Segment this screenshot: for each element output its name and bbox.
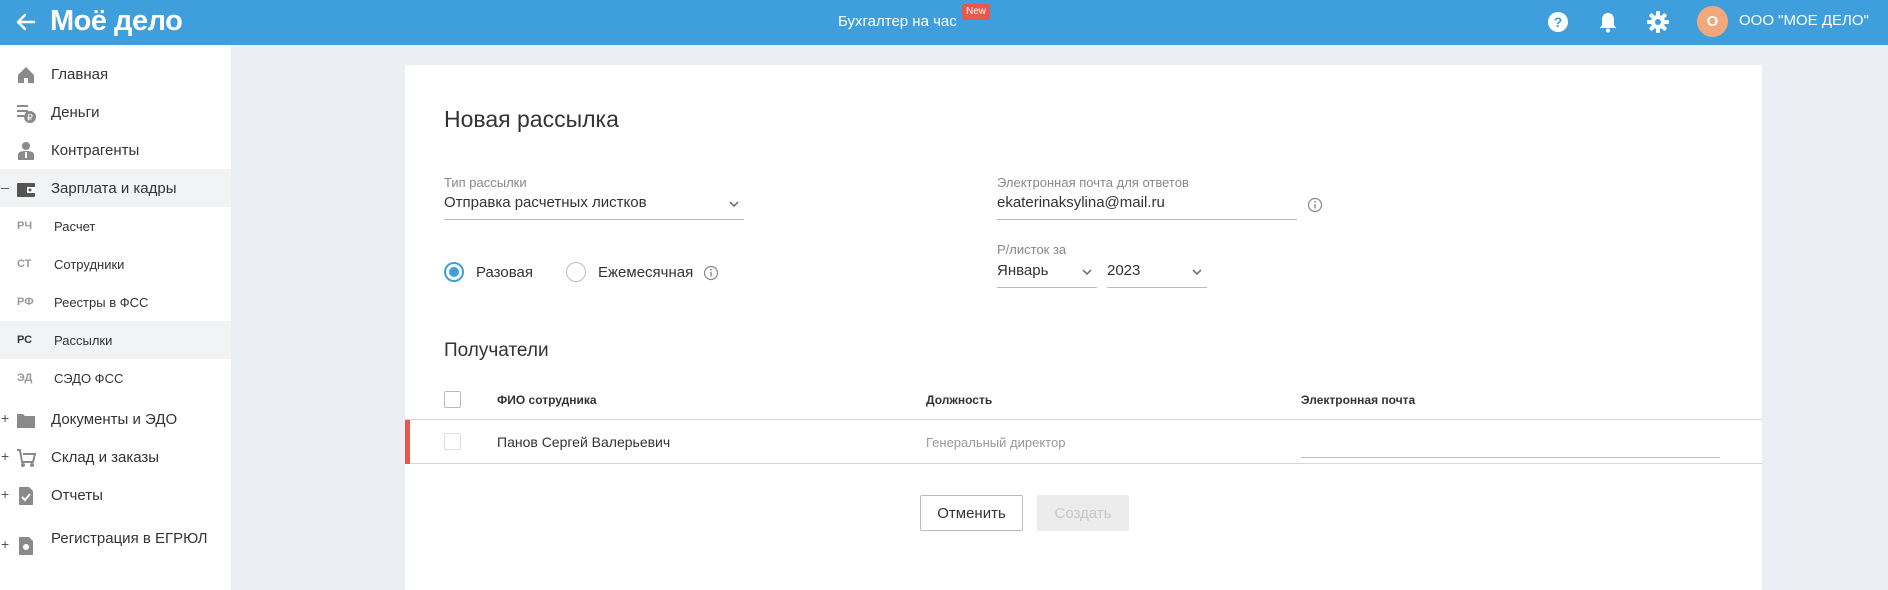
chevron-down-icon	[1082, 269, 1092, 276]
money-icon: ₽	[17, 105, 36, 123]
sidebar-item-contractors[interactable]: Контрагенты	[0, 131, 231, 169]
reports-icon	[19, 487, 33, 505]
subitem-label: Рассылки	[54, 333, 113, 348]
subitem-abbr: ЭД	[17, 372, 33, 384]
sidebar: Главная ₽ Деньги Контрагенты – Зарплата …	[0, 45, 231, 590]
expand-toggle[interactable]: +	[1, 410, 11, 426]
help-icon[interactable]: ?	[1545, 9, 1571, 35]
cancel-button[interactable]: Отменить	[920, 495, 1023, 531]
info-icon[interactable]	[703, 265, 719, 281]
registration-icon	[19, 537, 33, 555]
org-name[interactable]: ООО "МОЕ ДЕЛО"	[1739, 12, 1869, 29]
payslip-period-label: Р/листок за	[997, 242, 1067, 257]
sidebar-subitem-fss-registries[interactable]: РФ Реестры в ФСС	[0, 283, 231, 321]
employee-email-input[interactable]	[1301, 426, 1720, 458]
chevron-down-icon	[729, 201, 739, 208]
collapse-toggle[interactable]: –	[1, 179, 11, 195]
sidebar-item-money[interactable]: ₽ Деньги	[0, 93, 231, 131]
column-header-name[interactable]: ФИО сотрудника	[497, 393, 597, 407]
reply-email-label: Электронная почта для ответов	[997, 175, 1189, 190]
subitem-label: СЭДО ФСС	[54, 371, 124, 386]
gear-icon[interactable]	[1645, 9, 1671, 35]
expand-toggle[interactable]: +	[1, 448, 11, 464]
bell-icon[interactable]	[1595, 9, 1621, 35]
top-bar: Моё дело Бухгалтер на час New ? О ООО "М…	[0, 0, 1888, 45]
sidebar-item-label: Документы и ЭДО	[51, 411, 178, 428]
mailing-type-select[interactable]: Отправка расчетных листков	[444, 192, 744, 220]
sidebar-item-label: Склад и заказы	[51, 449, 160, 466]
svg-text:₽: ₽	[27, 113, 33, 123]
contractors-icon	[18, 142, 34, 160]
column-header-position[interactable]: Должность	[926, 393, 992, 407]
sidebar-item-label: Деньги	[51, 104, 100, 121]
sidebar-item-label: Отчеты	[51, 487, 103, 504]
create-button[interactable]: Создать	[1037, 495, 1129, 531]
back-arrow-icon[interactable]	[12, 8, 40, 36]
sidebar-item-label: Зарплата и кадры	[51, 180, 177, 197]
radio-monthly[interactable]: Ежемесячная	[566, 262, 696, 284]
avatar[interactable]: О	[1697, 6, 1728, 37]
column-header-email[interactable]: Электронная почта	[1301, 393, 1415, 407]
documents-icon	[17, 414, 35, 428]
month-value: Январь	[997, 262, 1049, 279]
subitem-abbr: РФ	[17, 296, 34, 308]
month-select[interactable]: Январь	[997, 260, 1097, 288]
info-icon[interactable]	[1307, 197, 1323, 213]
radio-once[interactable]: Разовая	[444, 262, 544, 284]
home-icon	[18, 67, 34, 83]
page-title: Новая рассылка	[444, 106, 619, 132]
accountant-hour-link[interactable]: Бухгалтер на час	[838, 13, 957, 30]
radio-circle	[444, 262, 464, 282]
subitem-label: Реестры в ФСС	[54, 295, 149, 310]
sidebar-item-reports[interactable]: + Отчеты	[0, 476, 231, 514]
sidebar-subitem-calc[interactable]: РЧ Расчет	[0, 207, 231, 245]
svg-text:?: ?	[1554, 14, 1563, 30]
logo[interactable]: Моё дело	[50, 5, 183, 38]
select-all-checkbox[interactable]	[444, 391, 461, 408]
employee-position: Генеральный директор	[926, 435, 1066, 450]
subitem-abbr: СТ	[17, 258, 32, 270]
reply-email-field[interactable]: ekaterinaksylina@mail.ru	[997, 192, 1297, 220]
sidebar-item-salary[interactable]: – Зарплата и кадры	[0, 169, 231, 207]
table-row: Панов Сергей Валерьевич Генеральный дире…	[405, 420, 1762, 464]
sidebar-item-warehouse[interactable]: + Склад и заказы	[0, 438, 231, 476]
mailing-type-value: Отправка расчетных листков	[444, 194, 647, 211]
row-checkbox[interactable]	[444, 433, 461, 450]
error-marker	[405, 420, 410, 464]
recipients-title: Получатели	[444, 340, 549, 361]
subitem-abbr: РС	[17, 334, 33, 346]
employee-name: Панов Сергей Валерьевич	[497, 434, 671, 450]
sidebar-item-label: Контрагенты	[51, 142, 140, 159]
new-mailing-card: Новая рассылка Тип рассылки Отправка рас…	[405, 65, 1762, 590]
chevron-down-icon	[1192, 269, 1202, 276]
sidebar-item-label: Главная	[51, 66, 109, 83]
wallet-icon	[17, 183, 35, 197]
sidebar-item-label: Регистрация в ЕГРЮЛ	[51, 530, 208, 547]
subitem-label: Расчет	[54, 219, 96, 234]
sidebar-item-documents[interactable]: + Документы и ЭДО	[0, 400, 231, 438]
warehouse-icon	[17, 449, 37, 467]
expand-toggle[interactable]: +	[1, 536, 11, 552]
mailing-type-label: Тип рассылки	[444, 175, 527, 190]
sidebar-item-home[interactable]: Главная	[0, 55, 231, 93]
expand-toggle[interactable]: +	[1, 486, 11, 502]
radio-once-label: Разовая	[476, 264, 533, 281]
subitem-label: Сотрудники	[54, 257, 125, 272]
sidebar-item-registration[interactable]: + Регистрация в ЕГРЮЛ	[0, 526, 231, 570]
subitem-abbr: РЧ	[17, 220, 33, 232]
sidebar-subitem-sedo[interactable]: ЭД СЭДО ФСС	[0, 359, 231, 397]
new-badge: New	[962, 4, 991, 20]
sidebar-subitem-employees[interactable]: СТ Сотрудники	[0, 245, 231, 283]
radio-monthly-label: Ежемесячная	[598, 264, 694, 281]
year-value: 2023	[1107, 262, 1141, 279]
radio-circle	[566, 262, 586, 282]
year-select[interactable]: 2023	[1107, 260, 1207, 288]
sidebar-subitem-mailings[interactable]: РС Рассылки	[0, 321, 231, 359]
reply-email-value: ekaterinaksylina@mail.ru	[997, 194, 1165, 211]
